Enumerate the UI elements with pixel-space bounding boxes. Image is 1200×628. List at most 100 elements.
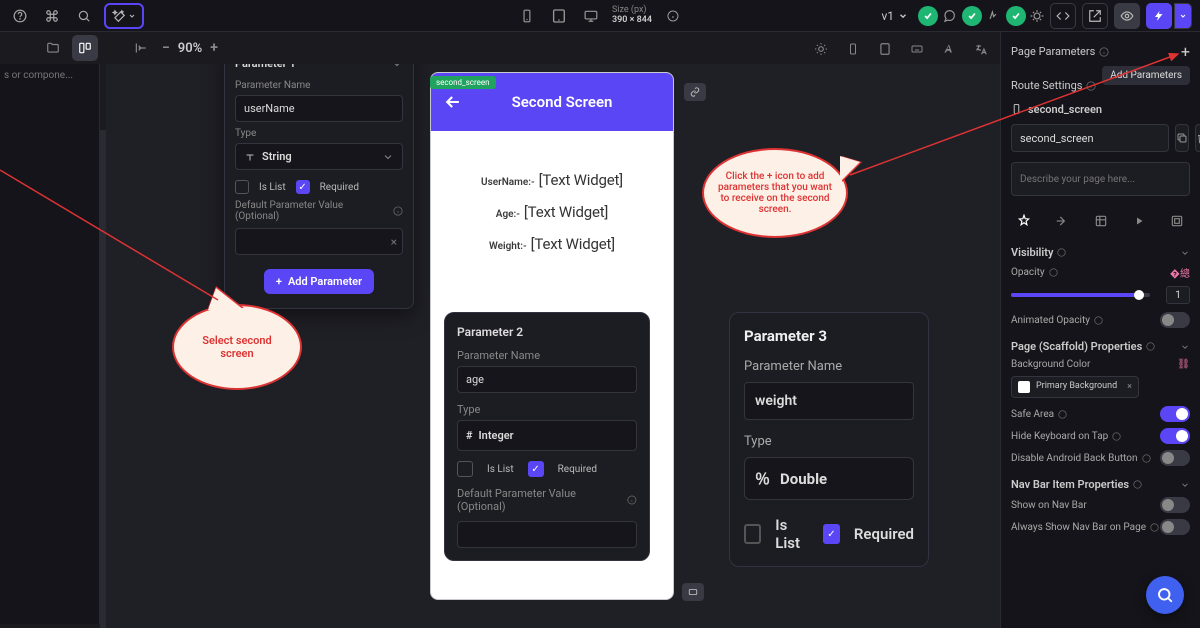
tab-animations[interactable] [1128, 210, 1150, 232]
tab-actions[interactable] [1051, 210, 1073, 232]
mobile-preview-icon[interactable] [516, 5, 538, 27]
page-name-input[interactable] [1011, 124, 1169, 152]
param2-required-checkbox[interactable]: ✓ [528, 461, 544, 477]
chevron-down-icon[interactable] [391, 64, 403, 70]
param2-default-input[interactable] [457, 521, 637, 548]
ai-magic-button[interactable] [104, 3, 144, 29]
translate-icon[interactable] [970, 38, 992, 60]
keyboard-icon[interactable] [906, 38, 928, 60]
row-username-val: [Text Widget] [539, 171, 623, 189]
run-button[interactable] [1146, 3, 1172, 29]
param1-islist-checkbox[interactable] [235, 180, 249, 194]
add-parameter-button[interactable]: + Add Parameter [264, 269, 374, 294]
param2-name-label: Parameter Name [457, 349, 637, 362]
delete-button[interactable] [1195, 124, 1200, 152]
param2-default-label: Default Parameter Value (Optional) [457, 487, 623, 513]
back-icon[interactable] [443, 92, 463, 112]
version-selector[interactable]: v1 [877, 9, 912, 23]
scaffold-title: Page (Scaffold) Properties [1011, 340, 1142, 353]
run-dropdown[interactable] [1174, 3, 1192, 29]
safe-area-label: Safe Area [1011, 409, 1054, 420]
help-fab[interactable] [1146, 576, 1184, 614]
opacity-slider[interactable] [1011, 293, 1150, 297]
collapse-icon[interactable] [128, 35, 154, 61]
desktop-preview-icon[interactable] [580, 5, 602, 27]
status-check-1 [918, 6, 938, 26]
param2-name-input[interactable] [457, 366, 637, 393]
tablet-preview-icon[interactable] [548, 5, 570, 27]
screen-title: Second Screen [473, 93, 651, 111]
hide-kb-toggle[interactable] [1160, 428, 1190, 444]
help-icon[interactable] [8, 4, 32, 28]
param2-type-select[interactable]: #Integer [457, 420, 637, 451]
device-tablet-icon[interactable] [874, 38, 896, 60]
param3-islist-label: Is List [775, 516, 809, 552]
add-page-param-button[interactable]: + [1181, 42, 1190, 61]
bug-icon[interactable] [1030, 9, 1044, 23]
device-mobile-icon[interactable] [842, 38, 864, 60]
design-canvas[interactable]: Parameter 1 Parameter Name Type String I… [106, 64, 1000, 628]
search-icon[interactable] [72, 4, 96, 28]
zoom-in-button[interactable]: + [210, 40, 218, 56]
zoom-value: 90% [178, 41, 202, 56]
param1-default-input[interactable] [235, 228, 403, 255]
size-value: 390 × 844 [612, 16, 652, 26]
screen-tag: second_screen [430, 76, 496, 89]
tab-state[interactable] [1166, 210, 1188, 232]
bg-color-chip[interactable]: Primary Background × [1011, 376, 1139, 398]
zoom-out-button[interactable]: − [162, 40, 170, 56]
open-external-button[interactable] [1082, 3, 1108, 29]
param3-type-select[interactable]: ％ Double [744, 457, 914, 500]
disable-back-toggle[interactable] [1160, 450, 1190, 466]
param3-required-checkbox[interactable]: ✓ [823, 524, 840, 544]
link-badge-icon[interactable] [684, 83, 706, 101]
left-sidebar: s or compone... [0, 64, 100, 624]
param1-name-input[interactable] [235, 95, 403, 122]
callout-select-screen-text: Select second screen [190, 334, 284, 360]
storyboard-icon[interactable] [72, 35, 98, 61]
parameter-3-panel: Parameter 3 Parameter Name Type ％ Double… [729, 312, 929, 567]
bg-link-icon[interactable]: ⛓ [1177, 359, 1190, 370]
search-components-hint: s or compone... [4, 70, 95, 81]
device-foot-icon[interactable] [682, 583, 704, 601]
param2-type-label: Type [457, 403, 637, 416]
code-view-button[interactable] [1050, 3, 1076, 29]
size-info-icon[interactable] [662, 5, 684, 27]
param1-type-value: String [262, 150, 292, 163]
copy-button[interactable] [1175, 124, 1189, 152]
parameter-1-panel: Parameter 1 Parameter Name Type String I… [224, 64, 414, 309]
clear-icon[interactable]: × [391, 235, 397, 249]
row-username-key: UserName:- [481, 177, 535, 188]
param3-islist-checkbox[interactable] [744, 524, 761, 544]
theme-toggle-icon[interactable] [810, 38, 832, 60]
safe-area-toggle[interactable] [1160, 406, 1190, 422]
page-description-input[interactable] [1011, 162, 1190, 196]
disable-back-label: Disable Android Back Button [1011, 453, 1138, 464]
always-nav-toggle[interactable] [1160, 519, 1190, 535]
text-scale-icon[interactable] [938, 38, 960, 60]
param3-name-label: Parameter Name [744, 359, 914, 374]
show-nav-toggle[interactable] [1160, 497, 1190, 513]
row-weight-val: [Text Widget] [531, 235, 615, 253]
comments-icon[interactable] [942, 9, 956, 23]
animated-opacity-label: Animated Opacity [1011, 315, 1090, 326]
param1-name-label: Parameter Name [235, 80, 403, 91]
actions-icon[interactable] [986, 9, 1000, 23]
command-icon[interactable] [40, 4, 64, 28]
callout-add-params: Click the + icon to add parameters that … [702, 148, 848, 238]
tab-style[interactable] [1013, 210, 1035, 232]
param3-name-input[interactable] [744, 382, 914, 420]
param1-type-select[interactable]: String [235, 143, 403, 170]
opacity-settings-icon[interactable]: �總 [1170, 265, 1190, 280]
preview-eye-button[interactable] [1114, 3, 1140, 29]
tab-backend[interactable] [1090, 210, 1112, 232]
opacity-value[interactable]: 1 [1166, 286, 1190, 304]
nav-title: Nav Bar Item Properties [1011, 478, 1129, 491]
status-check-3 [1006, 6, 1026, 26]
animated-opacity-toggle[interactable] [1160, 312, 1190, 328]
remove-bg-icon[interactable]: × [1127, 382, 1132, 392]
param1-required-checkbox[interactable]: ✓ [296, 180, 310, 194]
param2-islist-checkbox[interactable] [457, 461, 473, 477]
folder-icon[interactable] [40, 35, 66, 61]
parameter-2-panel: Parameter 2 Parameter Name Type #Integer… [444, 312, 650, 561]
